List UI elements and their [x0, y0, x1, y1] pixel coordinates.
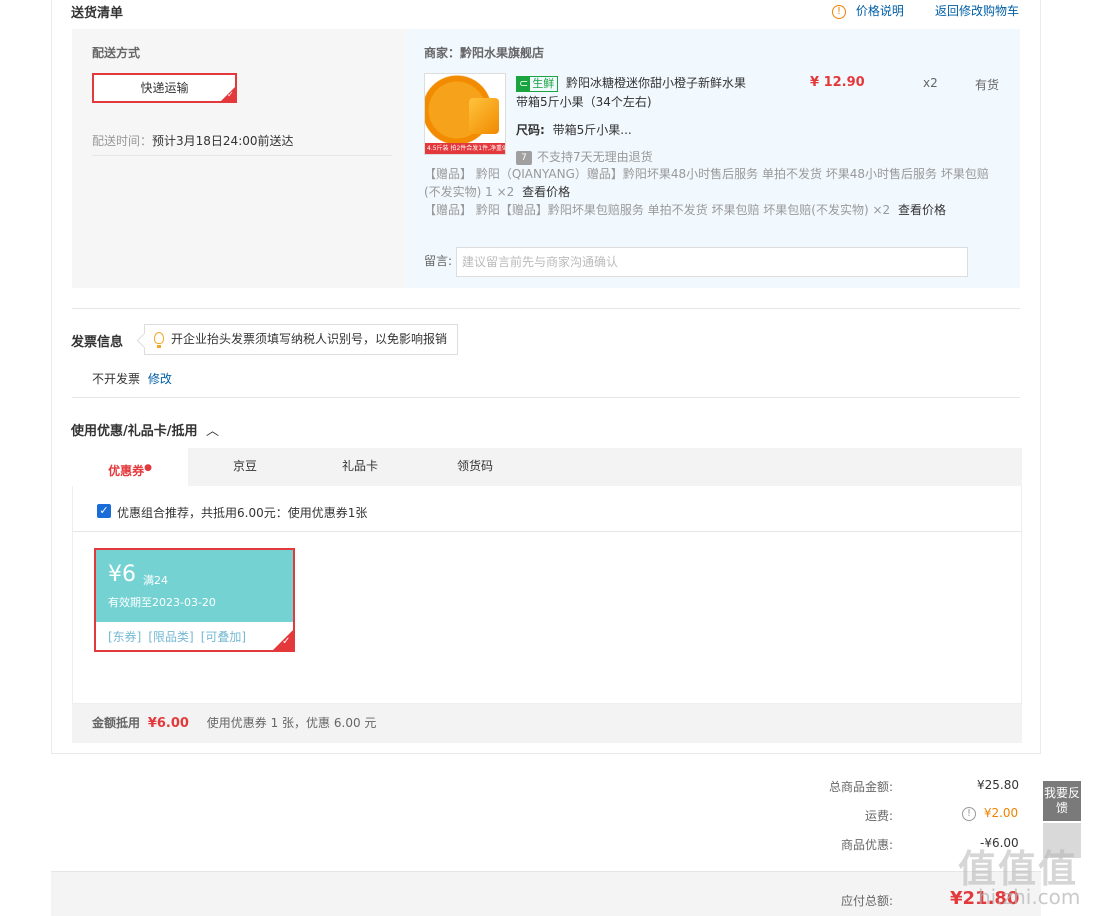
coupon-condition: 满24 [143, 574, 168, 587]
delivery-time-value: 预计3月18日24:00前送达 [152, 134, 294, 148]
shop-info: 商家：黔阳水果旗舰店 [424, 44, 544, 61]
express-shipping-option[interactable]: 快递运输 ✓ [92, 73, 237, 103]
tab-gift-card[interactable]: 礼品卡 [302, 448, 418, 486]
price-note-link[interactable]: ! 价格说明 [832, 2, 904, 19]
no-return-label: 不支持7天无理由退货 [537, 150, 653, 164]
invoice-value: 不开发票 [92, 372, 141, 386]
goods-total-value: ¥25.80 [977, 778, 1019, 792]
tab-jingdou[interactable]: 京豆 [188, 448, 302, 486]
site-watermark-url: hi.zhi.com [978, 885, 1081, 909]
gift-item-2: 【赠品】 黔阳【赠品】黔阳坏果包赔服务 单拍不发货 坏果包赔 坏果包赔(不发实物… [424, 201, 1004, 219]
coupon-amount: ¥6 [108, 562, 136, 587]
invoice-title: 发票信息 [71, 335, 124, 350]
discount-summary: 金额抵用 ¥6.00 使用优惠券 1 张，优惠 6.00 元 [72, 704, 1022, 743]
product-title[interactable]: ⊂ 生鲜 黔阳冰糖橙迷你甜小橙子新鲜水果 带箱5斤小果（34个左右) [516, 74, 786, 112]
coupon-expiry: 有效期至2023-03-20 [108, 596, 216, 609]
freight-label: 运费: [864, 809, 893, 823]
gift2-see-price-link[interactable]: 查看价格 [898, 203, 946, 217]
gift1-qty: (不发实物) 1 ×2 [424, 185, 515, 199]
lightbulb-icon [154, 332, 164, 348]
coupon-card[interactable]: ¥6 满24 有效期至2023-03-20 [东券] [限品类] [可叠加] ✓ [94, 548, 295, 652]
red-dot-icon: ● [144, 463, 152, 473]
freight-value: ¥2.00 [983, 806, 1019, 820]
recommend-text: 优惠组合推荐，共抵用6.00元：使用优惠券1张 [117, 506, 368, 520]
delivery-list-title: 送货清单 [71, 6, 124, 21]
coupon-top: ¥6 满24 有效期至2023-03-20 [96, 550, 293, 622]
product-image-promo: 4.5斤装 拍2件合发1件,净重9斤 [425, 143, 505, 154]
shop-name: 黔阳水果旗舰店 [460, 46, 545, 60]
chevron-up-icon: ︿ [206, 424, 220, 439]
discount-section-toggle[interactable]: 使用优惠/礼品卡/抵用 ︿ [71, 420, 219, 439]
shipping-method-panel [72, 29, 406, 288]
gift2-text: 【赠品】 黔阳【赠品】黔阳坏果包赔服务 单拍不发货 坏果包赔 坏果包赔(不发实物… [424, 203, 891, 217]
size-label: 尺码: [516, 123, 545, 137]
invoice-tip-text: 开企业抬头发票须填写纳税人识别号，以免影响报销 [171, 332, 448, 346]
coupon-tag: [东券] [108, 630, 142, 644]
freight-row: ! ¥2.00 [962, 806, 1018, 821]
divider [92, 155, 392, 156]
invoice-edit-link[interactable]: 修改 [148, 372, 172, 386]
discount-total-label: 商品优惠: [840, 838, 893, 852]
discount-title: 使用优惠/礼品卡/抵用 [71, 424, 198, 439]
coupon-tags: [东券] [限品类] [可叠加] [108, 628, 253, 645]
summary-label: 金额抵用 [92, 716, 141, 730]
feedback-button[interactable]: 我要反馈 [1043, 781, 1081, 821]
gift1-see-price-link[interactable]: 查看价格 [522, 185, 570, 199]
shop-label: 商家： [424, 46, 461, 60]
no-return-icon: 7 [516, 150, 532, 165]
summary-desc: 使用优惠券 1 张，优惠 6.00 元 [206, 716, 377, 730]
no-return-notice: 7 不支持7天无理由退货 [516, 148, 653, 165]
selected-check-icon: ✓ [221, 87, 235, 101]
delivery-time-label: 配送时间： [92, 134, 153, 148]
info-icon[interactable]: ! [962, 806, 976, 821]
fresh-tag-label: 生鲜 [532, 76, 555, 90]
coupon-tag: [限品类] [148, 630, 194, 644]
coupon-tag: [可叠加] [200, 630, 247, 644]
payable-label: 应付总额: [840, 894, 893, 908]
fresh-tag: ⊂ 生鲜 [516, 75, 559, 92]
product-title-line1: 黔阳冰糖橙迷你甜小橙子新鲜水果 [566, 76, 747, 90]
note-label: 留言: [424, 254, 453, 268]
invoice-tip: 开企业抬头发票须填写纳税人识别号，以免影响报销 [144, 324, 458, 355]
product-stock: 有货 [975, 78, 1000, 92]
note-input[interactable]: 建议留言前先与商家沟通确认 [456, 247, 968, 277]
info-icon: ! [832, 4, 846, 19]
invoice-value-row: 不开发票 修改 [92, 370, 172, 387]
product-quantity: x2 [923, 76, 938, 90]
summary-amount: ¥6.00 [147, 716, 189, 731]
gift-item-1: 【赠品】 黔阳（QIANYANG）赠品】黔阳坏果48小时售后服务 单拍不发货 坏… [424, 165, 1004, 201]
product-image[interactable]: 4.5斤装 拍2件合发1件,净重9斤 [424, 73, 506, 155]
recommend-checkbox[interactable]: ✓ [97, 504, 111, 518]
gift1-text: 【赠品】 黔阳（QIANYANG）赠品】黔阳坏果48小时售后服务 单拍不发货 坏… [424, 167, 989, 181]
size-value: 带箱5斤小果... [552, 123, 632, 137]
goods-total-label: 总商品金额: [828, 780, 893, 794]
tab-coupons[interactable]: 优惠券● [72, 448, 188, 486]
fresh-icon: ⊂ [517, 76, 531, 91]
product-title-line2: 带箱5斤小果（34个左右) [516, 95, 652, 109]
divider [72, 397, 1020, 398]
product-price: ¥ 12.90 [810, 75, 865, 90]
delivery-time: 配送时间：预计3月18日24:00前送达 [92, 132, 294, 149]
shipping-method-label: 配送方式 [92, 46, 141, 60]
product-size: 尺码: 带箱5斤小果... [516, 121, 632, 138]
tab-coupons-label: 优惠券 [108, 464, 145, 478]
divider [72, 308, 1020, 309]
tab-pickup-code[interactable]: 领货码 [418, 448, 532, 486]
back-to-cart-link[interactable]: 返回修改购物车 [935, 2, 1019, 19]
orange-slice-graphic [469, 98, 499, 134]
divider [73, 531, 1021, 532]
selected-check-icon: ✓ [273, 630, 293, 650]
express-shipping-label: 快递运输 [140, 81, 189, 95]
price-note-label: 价格说明 [855, 4, 904, 18]
